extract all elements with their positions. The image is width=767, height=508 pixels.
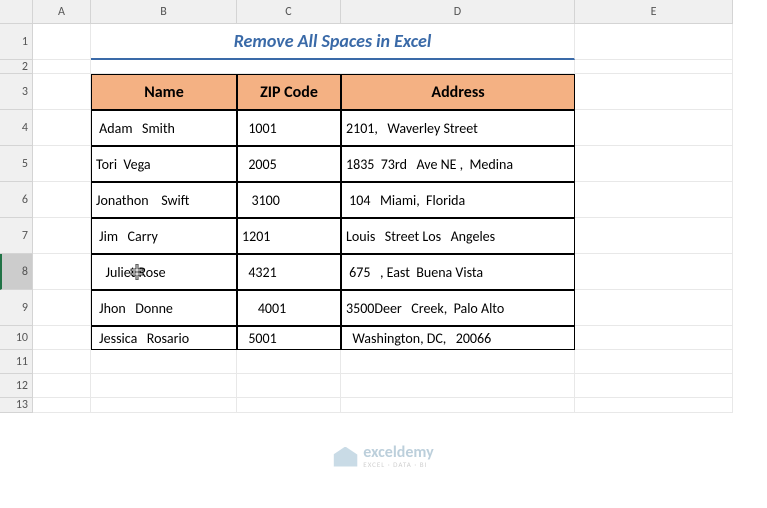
- table-header-address[interactable]: Address: [341, 74, 575, 110]
- table-row[interactable]: Jim Carry: [91, 218, 237, 254]
- select-all-corner[interactable]: [0, 0, 33, 24]
- row-header-1[interactable]: 1: [0, 24, 33, 60]
- cell-E6[interactable]: [575, 182, 733, 218]
- cell-A9[interactable]: [33, 290, 91, 326]
- watermark: exceldemy EXCEL · DATA · BI: [333, 445, 433, 468]
- cell-A6[interactable]: [33, 182, 91, 218]
- table-row[interactable]: 4321: [237, 254, 341, 290]
- col-header-A[interactable]: A: [33, 0, 91, 24]
- watermark-sub: EXCEL · DATA · BI: [363, 461, 433, 468]
- cell-A12[interactable]: [33, 374, 91, 398]
- table-row[interactable]: 4001: [237, 290, 341, 326]
- cell-B12[interactable]: [91, 374, 237, 398]
- cell-E11[interactable]: [575, 350, 733, 374]
- table-row[interactable]: 1835 73rd Ave NE , Medina: [341, 146, 575, 182]
- row-header-3[interactable]: 3: [0, 74, 33, 110]
- cell-A2[interactable]: [33, 60, 91, 74]
- table-row[interactable]: 3500Deer Creek, Palo Alto: [341, 290, 575, 326]
- row-header-11[interactable]: 11: [0, 350, 33, 374]
- row-header-8[interactable]: 8: [0, 254, 33, 290]
- table-header-name[interactable]: Name: [91, 74, 237, 110]
- cell-A3[interactable]: [33, 74, 91, 110]
- page-title: Remove All Spaces in Excel: [91, 24, 575, 60]
- cell-B13[interactable]: [91, 398, 237, 413]
- cell-text: Juliet Rose: [96, 264, 166, 281]
- cell-C11[interactable]: [237, 350, 341, 374]
- cell-A7[interactable]: [33, 218, 91, 254]
- cell-A1[interactable]: [33, 24, 91, 60]
- cell-A10[interactable]: [33, 326, 91, 350]
- spreadsheet: A B C D E 1 Remove All Spaces in Excel 2…: [0, 0, 733, 413]
- table-row[interactable]: 3100: [237, 182, 341, 218]
- cell-A4[interactable]: [33, 110, 91, 146]
- col-header-B[interactable]: B: [91, 0, 237, 24]
- table-row[interactable]: Adam Smith: [91, 110, 237, 146]
- table-row[interactable]: 2101, Waverley Street: [341, 110, 575, 146]
- cell-E13[interactable]: [575, 398, 733, 413]
- table-row[interactable]: 1001: [237, 110, 341, 146]
- cell-E9[interactable]: [575, 290, 733, 326]
- cell-E8[interactable]: [575, 254, 733, 290]
- cell-C12[interactable]: [237, 374, 341, 398]
- cell-C13[interactable]: [237, 398, 341, 413]
- table-row[interactable]: Jonathon Swift: [91, 182, 237, 218]
- table-row[interactable]: Washington, DC, 20066: [341, 326, 575, 350]
- table-row[interactable]: 5001: [237, 326, 341, 350]
- row-header-6[interactable]: 6: [0, 182, 33, 218]
- cell-E12[interactable]: [575, 374, 733, 398]
- row-header-13[interactable]: 13: [0, 398, 33, 413]
- table-row[interactable]: Jessica Rosario: [91, 326, 237, 350]
- table-row[interactable]: Juliet Rose: [91, 254, 237, 290]
- cell-A13[interactable]: [33, 398, 91, 413]
- table-row[interactable]: 1201: [237, 218, 341, 254]
- cell-E7[interactable]: [575, 218, 733, 254]
- table-row[interactable]: 104 Miami, Florida: [341, 182, 575, 218]
- cell-B11[interactable]: [91, 350, 237, 374]
- cell-A8[interactable]: [33, 254, 91, 290]
- cell-D13[interactable]: [341, 398, 575, 413]
- row-header-4[interactable]: 4: [0, 110, 33, 146]
- cell-E3[interactable]: [575, 74, 733, 110]
- table-row[interactable]: Louis Street Los Angeles: [341, 218, 575, 254]
- cell-E5[interactable]: [575, 146, 733, 182]
- table-row[interactable]: 675 , East Buena Vista: [341, 254, 575, 290]
- row-header-5[interactable]: 5: [0, 146, 33, 182]
- title-underline: [91, 60, 575, 74]
- cell-E4[interactable]: [575, 110, 733, 146]
- table-row[interactable]: 2005: [237, 146, 341, 182]
- row-header-7[interactable]: 7: [0, 218, 33, 254]
- col-header-E[interactable]: E: [575, 0, 733, 24]
- cell-E2[interactable]: [575, 60, 733, 74]
- table-row[interactable]: Jhon Donne: [91, 290, 237, 326]
- exceldemy-logo-icon: [333, 447, 357, 467]
- cell-E1[interactable]: [575, 24, 733, 60]
- row-header-2[interactable]: 2: [0, 60, 33, 74]
- cell-A5[interactable]: [33, 146, 91, 182]
- row-header-10[interactable]: 10: [0, 326, 33, 350]
- table-header-zip[interactable]: ZIP Code: [237, 74, 341, 110]
- table-row[interactable]: Tori Vega: [91, 146, 237, 182]
- col-header-C[interactable]: C: [237, 0, 341, 24]
- cell-A11[interactable]: [33, 350, 91, 374]
- watermark-main: exceldemy: [363, 445, 433, 461]
- col-header-D[interactable]: D: [341, 0, 575, 24]
- cell-E10[interactable]: [575, 326, 733, 350]
- cell-D12[interactable]: [341, 374, 575, 398]
- cell-D11[interactable]: [341, 350, 575, 374]
- row-header-12[interactable]: 12: [0, 374, 33, 398]
- row-header-9[interactable]: 9: [0, 290, 33, 326]
